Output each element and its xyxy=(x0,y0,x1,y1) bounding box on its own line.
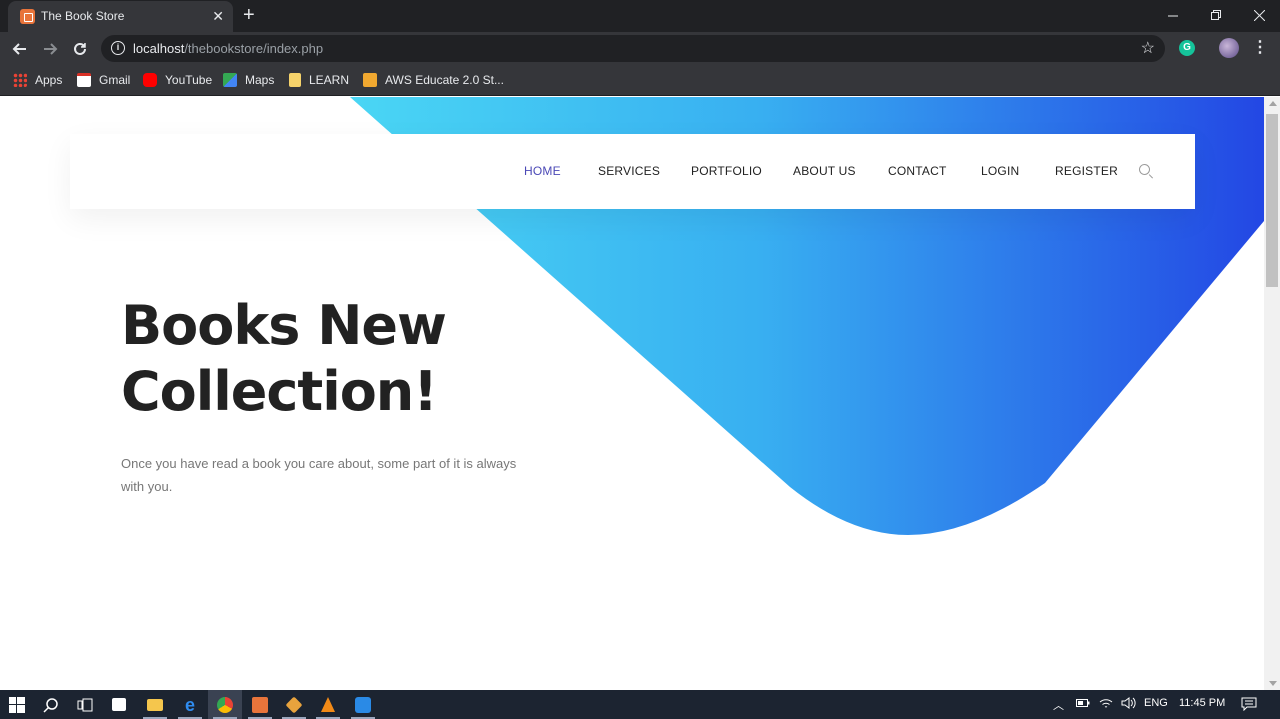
profile-avatar[interactable] xyxy=(1219,38,1239,58)
task-view-icon[interactable] xyxy=(68,690,102,719)
xampp-favicon-icon xyxy=(20,9,35,24)
scroll-up-arrow-icon[interactable] xyxy=(1269,101,1277,106)
windows-start-icon[interactable] xyxy=(0,690,34,719)
hero-title-line-2: Collection! xyxy=(121,360,438,423)
forward-button[interactable] xyxy=(37,36,63,62)
bookmark-star-icon[interactable]: ☆ xyxy=(1141,38,1155,58)
search-icon[interactable] xyxy=(1139,164,1150,175)
gmail-icon xyxy=(77,73,91,87)
store-icon[interactable] xyxy=(102,690,136,719)
tab-strip: The Book Store ✕ + xyxy=(0,0,1280,32)
nav-home[interactable]: HOME xyxy=(524,164,561,178)
aws-box-icon xyxy=(363,73,377,87)
chrome-icon[interactable] xyxy=(208,690,242,719)
tab-title: The Book Store xyxy=(41,9,125,23)
file-explorer-icon[interactable] xyxy=(138,690,172,719)
reload-button[interactable] xyxy=(67,36,93,62)
page-scrollbar[interactable] xyxy=(1264,97,1280,690)
restore-button[interactable] xyxy=(1194,0,1238,30)
page-viewport: HOME SERVICES PORTFOLIO ABOUT US CONTACT… xyxy=(0,97,1264,690)
site-info-icon[interactable]: i xyxy=(111,41,125,55)
search-icon[interactable] xyxy=(34,690,68,719)
volume-icon[interactable] xyxy=(1121,697,1137,712)
nav-services[interactable]: SERVICES xyxy=(598,164,660,178)
bookmark-learn-folder[interactable]: LEARN xyxy=(289,71,349,89)
site-navbar: HOME SERVICES PORTFOLIO ABOUT US CONTACT… xyxy=(70,134,1195,209)
close-window-button[interactable] xyxy=(1237,0,1280,30)
new-tab-button[interactable]: + xyxy=(243,4,255,26)
bookmark-aws-educate[interactable]: AWS Educate 2.0 St... xyxy=(363,71,504,89)
browser-tab[interactable]: The Book Store ✕ xyxy=(8,1,233,32)
apps-grid-icon xyxy=(13,73,27,87)
youtube-icon xyxy=(143,73,157,87)
minimize-button[interactable] xyxy=(1151,0,1195,30)
xampp-icon[interactable] xyxy=(243,690,277,719)
nav-about-us[interactable]: ABOUT US xyxy=(793,164,856,178)
hero-title-line-1: Books New xyxy=(121,294,447,357)
nav-login[interactable]: LOGIN xyxy=(981,164,1019,178)
language-indicator[interactable]: ENG xyxy=(1144,697,1168,709)
hero-title: Books New Collection! xyxy=(121,293,541,425)
browser-toolbar: i localhost/thebookstore/index.php ☆ G ⋮ xyxy=(0,32,1280,65)
scroll-thumb[interactable] xyxy=(1266,114,1278,287)
show-hidden-icons-icon[interactable]: ︿ xyxy=(1053,697,1064,713)
nav-register[interactable]: REGISTER xyxy=(1055,164,1118,178)
edge-icon[interactable]: e xyxy=(173,690,207,719)
wifi-icon[interactable] xyxy=(1099,697,1113,712)
url-text[interactable]: localhost/thebookstore/index.php xyxy=(133,41,323,56)
git-icon[interactable] xyxy=(277,690,311,719)
back-button[interactable] xyxy=(7,36,33,62)
bookmark-apps[interactable]: Apps xyxy=(13,71,62,89)
bookmark-maps[interactable]: Maps xyxy=(223,71,274,89)
bookmarks-bar: Apps Gmail YouTube Maps LEARN AWS Educat… xyxy=(0,65,1280,96)
hero-description: Once you have read a book you care about… xyxy=(121,456,517,494)
close-tab-icon[interactable]: ✕ xyxy=(212,7,224,25)
battery-icon[interactable] xyxy=(1076,697,1090,712)
grammarly-extension-icon[interactable]: G xyxy=(1179,40,1195,56)
action-center-icon[interactable] xyxy=(1241,697,1257,714)
nav-portfolio[interactable]: PORTFOLIO xyxy=(691,164,762,178)
bookmark-gmail[interactable]: Gmail xyxy=(77,71,130,89)
vscode-icon[interactable] xyxy=(346,690,380,719)
folder-icon xyxy=(289,73,301,87)
chrome-menu-icon[interactable]: ⋮ xyxy=(1252,38,1268,58)
maps-icon xyxy=(223,73,237,87)
address-bar[interactable]: i localhost/thebookstore/index.php ☆ xyxy=(101,35,1165,62)
clock[interactable]: 11:45 PM xyxy=(1179,697,1225,709)
windows-taskbar: e ︿ ENG 11:45 PM xyxy=(0,690,1280,719)
vlc-icon[interactable] xyxy=(311,690,345,719)
nav-contact[interactable]: CONTACT xyxy=(888,164,947,178)
scroll-down-arrow-icon[interactable] xyxy=(1269,681,1277,686)
bookmark-youtube[interactable]: YouTube xyxy=(143,71,212,89)
